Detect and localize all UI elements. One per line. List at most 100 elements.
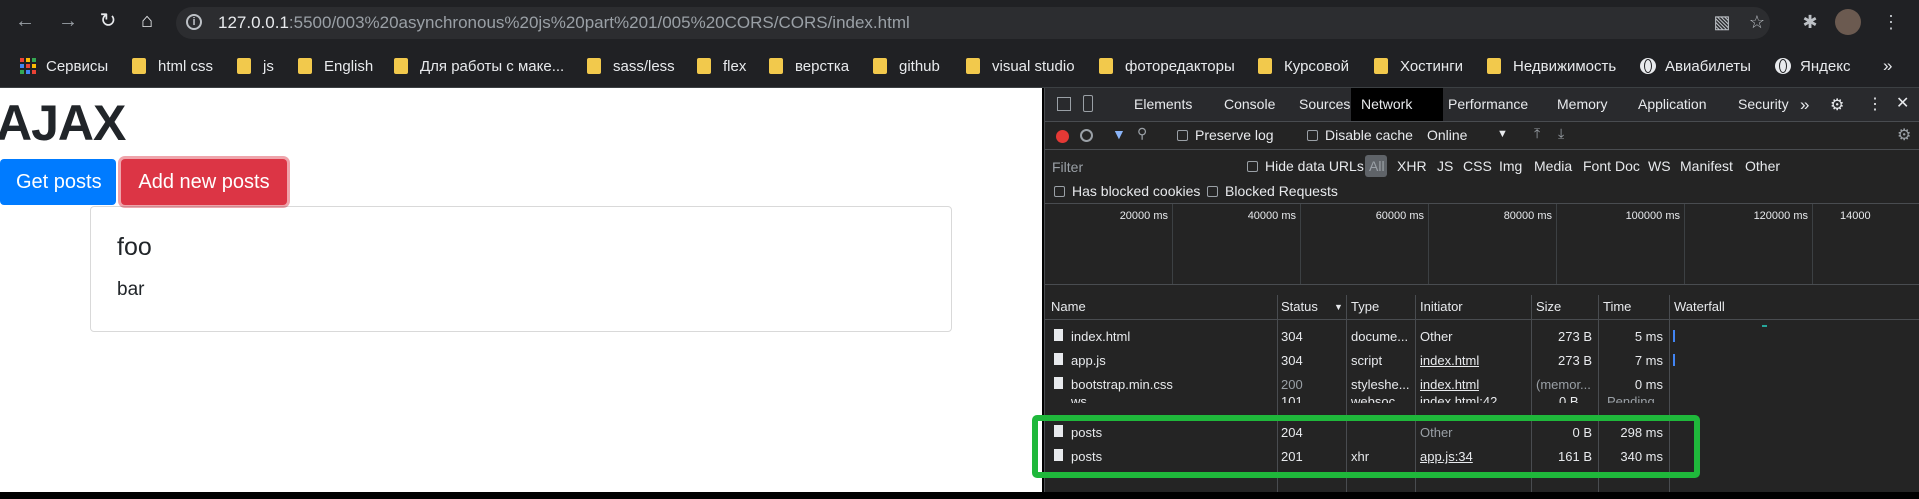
- clear-icon[interactable]: [1080, 129, 1093, 142]
- avatar[interactable]: [1835, 9, 1861, 35]
- translate-icon[interactable]: ▧: [1711, 11, 1733, 33]
- folder-icon: [298, 58, 312, 74]
- col-time[interactable]: Time: [1603, 299, 1631, 314]
- table-row[interactable]: app.js 304 script index.html 273 B 7 ms: [1045, 350, 1919, 370]
- tab-memory[interactable]: Memory: [1547, 88, 1618, 121]
- preserve-log-checkbox[interactable]: [1177, 130, 1188, 141]
- back-icon[interactable]: ←: [12, 8, 38, 34]
- overview-gridline: [1172, 204, 1173, 284]
- settings-icon[interactable]: ⚙: [1830, 95, 1844, 115]
- bookmark-folder[interactable]: фоторедакторы: [1099, 55, 1235, 77]
- forward-icon[interactable]: →: [55, 8, 81, 34]
- row-initiator-link[interactable]: index.html: [1420, 377, 1479, 392]
- bookmark-label: flex: [723, 57, 747, 75]
- device-toolbar-icon[interactable]: [1083, 95, 1093, 112]
- bookmark-label: English: [324, 57, 374, 75]
- tab-performance[interactable]: Performance: [1438, 88, 1538, 121]
- network-overview[interactable]: 20000 ms 40000 ms 60000 ms 80000 ms 1000…: [1045, 204, 1919, 327]
- col-status[interactable]: Status: [1281, 299, 1318, 314]
- disable-cache-checkbox[interactable]: [1307, 130, 1318, 141]
- url-text[interactable]: 127.0.0.1:5500/003%20asynchronous%20js%2…: [218, 13, 910, 33]
- bookmark-folder[interactable]: Хостинги: [1374, 55, 1463, 77]
- filter-media[interactable]: Media: [1534, 158, 1572, 174]
- row-initiator-link[interactable]: index.html:42: [1420, 394, 1497, 403]
- star-icon[interactable]: ☆: [1746, 11, 1768, 33]
- bookmark-folder[interactable]: github: [873, 55, 940, 77]
- chevron-down-icon[interactable]: ▼: [1497, 128, 1508, 140]
- filter-ws[interactable]: WS: [1648, 158, 1671, 174]
- filter-all[interactable]: All: [1369, 158, 1385, 174]
- document-icon: [1054, 329, 1063, 341]
- bookmark-folder[interactable]: flex: [697, 55, 746, 77]
- throttle-select[interactable]: Online: [1427, 127, 1467, 143]
- bookmark-site[interactable]: Авиабилеты: [1640, 55, 1751, 77]
- bookmark-folder[interactable]: Курсовой: [1258, 55, 1349, 77]
- filter-doc[interactable]: Doc: [1615, 158, 1640, 174]
- filter-manifest[interactable]: Manifest: [1680, 158, 1733, 174]
- bookmark-apps[interactable]: Сервисы: [20, 55, 108, 77]
- filter-xhr[interactable]: XHR: [1397, 158, 1427, 174]
- row-initiator-link[interactable]: index.html: [1420, 353, 1479, 368]
- bookmark-folder[interactable]: Для работы с маке...: [394, 55, 564, 77]
- bookmark-folder[interactable]: Недвижимость: [1487, 55, 1616, 77]
- bookmark-folder[interactable]: English: [298, 55, 373, 77]
- menu-icon[interactable]: ⋮: [1880, 11, 1902, 33]
- tab-elements[interactable]: Elements: [1124, 88, 1202, 121]
- devtools-menu-icon[interactable]: ⋮: [1867, 94, 1883, 114]
- bookmark-site[interactable]: Яндекс: [1775, 55, 1850, 77]
- filter-img[interactable]: Img: [1499, 158, 1522, 174]
- filter-css[interactable]: CSS: [1463, 158, 1492, 174]
- col-type[interactable]: Type: [1351, 299, 1379, 314]
- network-settings-icon[interactable]: ⚙: [1897, 125, 1911, 145]
- hide-data-urls-checkbox[interactable]: [1247, 161, 1258, 172]
- tab-application[interactable]: Application: [1628, 88, 1717, 121]
- filter-js[interactable]: JS: [1437, 158, 1453, 174]
- filter-icon[interactable]: ▼: [1112, 126, 1126, 142]
- add-posts-button[interactable]: Add new posts: [121, 159, 287, 205]
- tab-network[interactable]: Network: [1351, 88, 1443, 121]
- overview-tick-label: 100000 ms: [1625, 210, 1680, 222]
- overview-gridline: [1684, 204, 1685, 284]
- col-size[interactable]: Size: [1536, 299, 1561, 314]
- has-blocked-cookies-checkbox[interactable]: [1054, 186, 1065, 197]
- get-posts-button[interactable]: Get posts: [0, 159, 116, 205]
- home-icon[interactable]: ⌂: [134, 8, 160, 34]
- filter-input[interactable]: Filter: [1052, 159, 1083, 175]
- bookmark-folder[interactable]: visual studio: [966, 55, 1075, 77]
- filter-font[interactable]: Font: [1583, 158, 1611, 174]
- bookmark-folder[interactable]: sass/less: [587, 55, 675, 77]
- bookmark-folder[interactable]: верстка: [769, 55, 849, 77]
- post-card: foo bar: [90, 206, 952, 332]
- upload-icon[interactable]: ⤒: [1534, 125, 1540, 142]
- close-icon[interactable]: ✕: [1896, 93, 1909, 113]
- table-row[interactable]: ws 101 websoc... index.html:42 0 B Pendi…: [1045, 394, 1919, 403]
- filter-other[interactable]: Other: [1745, 158, 1780, 174]
- address-bar[interactable]: i 127.0.0.1:5500/003%20asynchronous%20js…: [176, 7, 1770, 39]
- info-icon[interactable]: i: [186, 14, 202, 30]
- browser-toolbar: ← → ↻ ⌂ i 127.0.0.1:5500/003%20asynchron…: [0, 0, 1919, 45]
- reload-icon[interactable]: ↻: [95, 8, 121, 34]
- tab-security[interactable]: Security: [1728, 88, 1799, 121]
- more-tabs-button[interactable]: »: [1790, 88, 1819, 121]
- inspect-icon[interactable]: [1057, 97, 1071, 111]
- tab-sources[interactable]: Sources: [1289, 88, 1360, 121]
- blocked-requests-checkbox[interactable]: [1207, 186, 1218, 197]
- col-name[interactable]: Name: [1051, 299, 1086, 314]
- bookmarks-overflow[interactable]: »: [1883, 55, 1892, 77]
- waterfall-bar: [1673, 330, 1675, 342]
- download-icon[interactable]: ⤓: [1558, 125, 1564, 142]
- table-row[interactable]: index.html 304 docume... Other 273 B 5 m…: [1045, 326, 1919, 346]
- bookmark-folder[interactable]: js: [237, 55, 274, 77]
- bookmark-folder[interactable]: html css: [132, 55, 213, 77]
- record-icon[interactable]: [1056, 130, 1069, 143]
- tab-console[interactable]: Console: [1214, 88, 1285, 121]
- folder-icon: [966, 58, 980, 74]
- row-name: ws: [1071, 394, 1087, 403]
- blocked-requests-label: Blocked Requests: [1225, 183, 1338, 199]
- col-initiator[interactable]: Initiator: [1420, 299, 1463, 314]
- col-waterfall[interactable]: Waterfall: [1674, 299, 1725, 314]
- search-icon[interactable]: ⚲: [1137, 125, 1147, 142]
- extensions-icon[interactable]: ✱: [1799, 11, 1821, 33]
- row-time: 5 ms: [1634, 329, 1663, 344]
- table-row[interactable]: bootstrap.min.css 200 styleshe... index.…: [1045, 374, 1919, 394]
